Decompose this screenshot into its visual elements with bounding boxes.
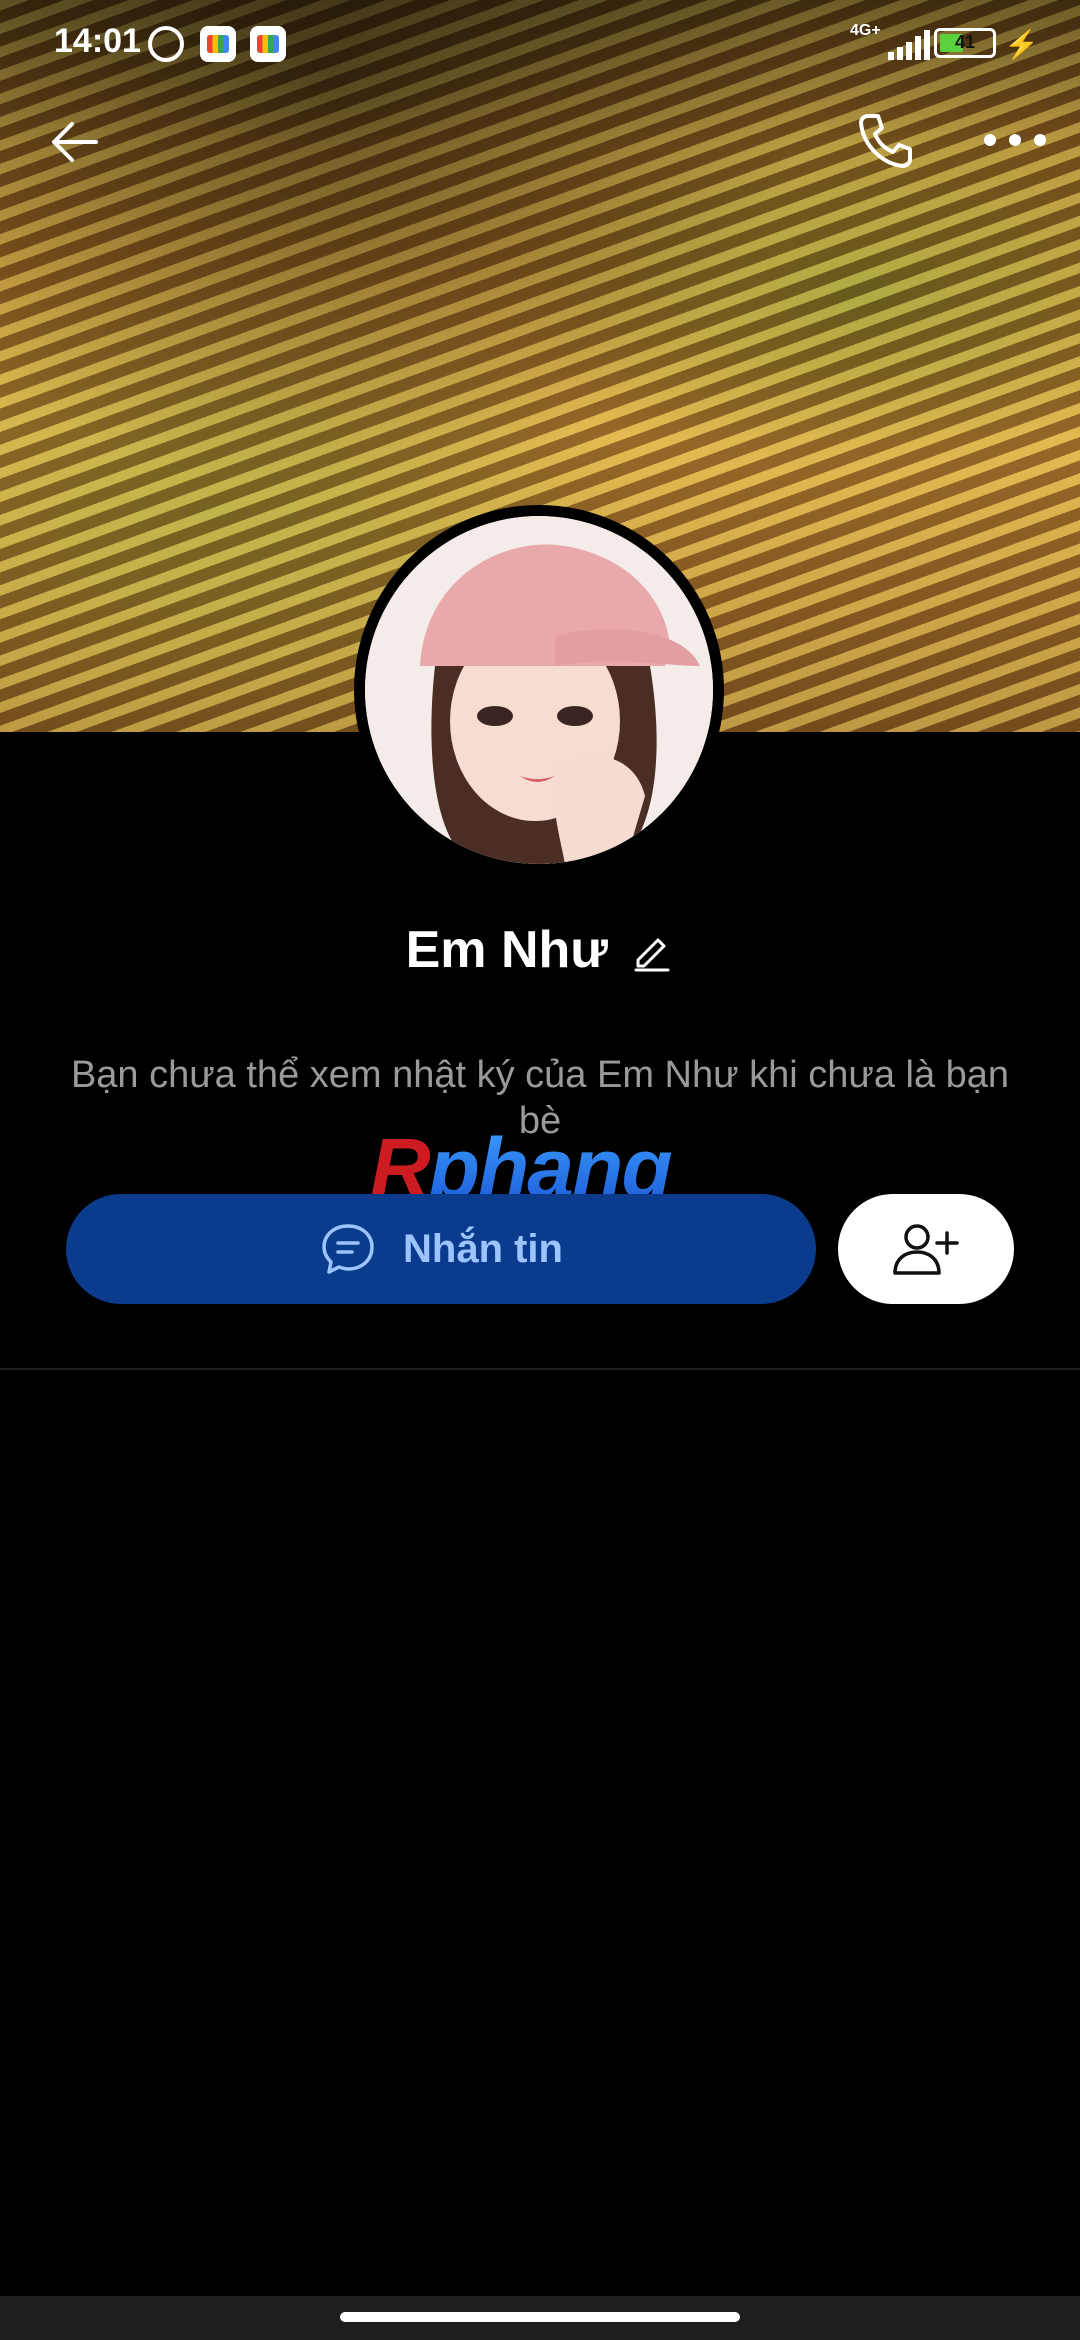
arrow-left-icon xyxy=(52,122,98,162)
profile-name: Em Như xyxy=(405,921,608,979)
user-plus-icon xyxy=(893,1224,959,1275)
status-time: 14:01 xyxy=(54,22,141,60)
avatar[interactable] xyxy=(354,505,724,875)
edit-name-button[interactable] xyxy=(630,928,674,972)
battery-level: 41 xyxy=(954,32,976,52)
phone-icon xyxy=(859,114,912,168)
section-divider xyxy=(0,1368,1080,1370)
message-button-label: Nhắn tin xyxy=(403,1226,563,1271)
alarm-icon xyxy=(148,26,184,62)
signal-icon xyxy=(888,30,934,60)
more-button[interactable] xyxy=(980,120,1050,160)
status-bar: 14:01 4G+ 41 ⚡ xyxy=(0,0,1080,86)
pencil-icon xyxy=(634,938,670,972)
app-notification-icon-2 xyxy=(250,26,286,62)
charging-icon: ⚡ xyxy=(1004,29,1039,60)
home-indicator[interactable] xyxy=(340,2312,740,2322)
back-button[interactable] xyxy=(44,110,108,174)
network-type: 4G+ xyxy=(850,22,881,39)
profile-name-row: Em Như xyxy=(0,920,1080,980)
more-horizontal-icon xyxy=(984,134,1046,146)
app-notification-icon xyxy=(200,26,236,62)
battery-icon: 41 xyxy=(934,28,996,58)
message-button[interactable]: Nhắn tin xyxy=(66,1194,816,1304)
add-friend-button[interactable] xyxy=(838,1194,1014,1304)
chat-bubble-icon xyxy=(322,1224,374,1274)
avatar-image xyxy=(365,516,713,864)
call-button[interactable] xyxy=(852,108,918,174)
